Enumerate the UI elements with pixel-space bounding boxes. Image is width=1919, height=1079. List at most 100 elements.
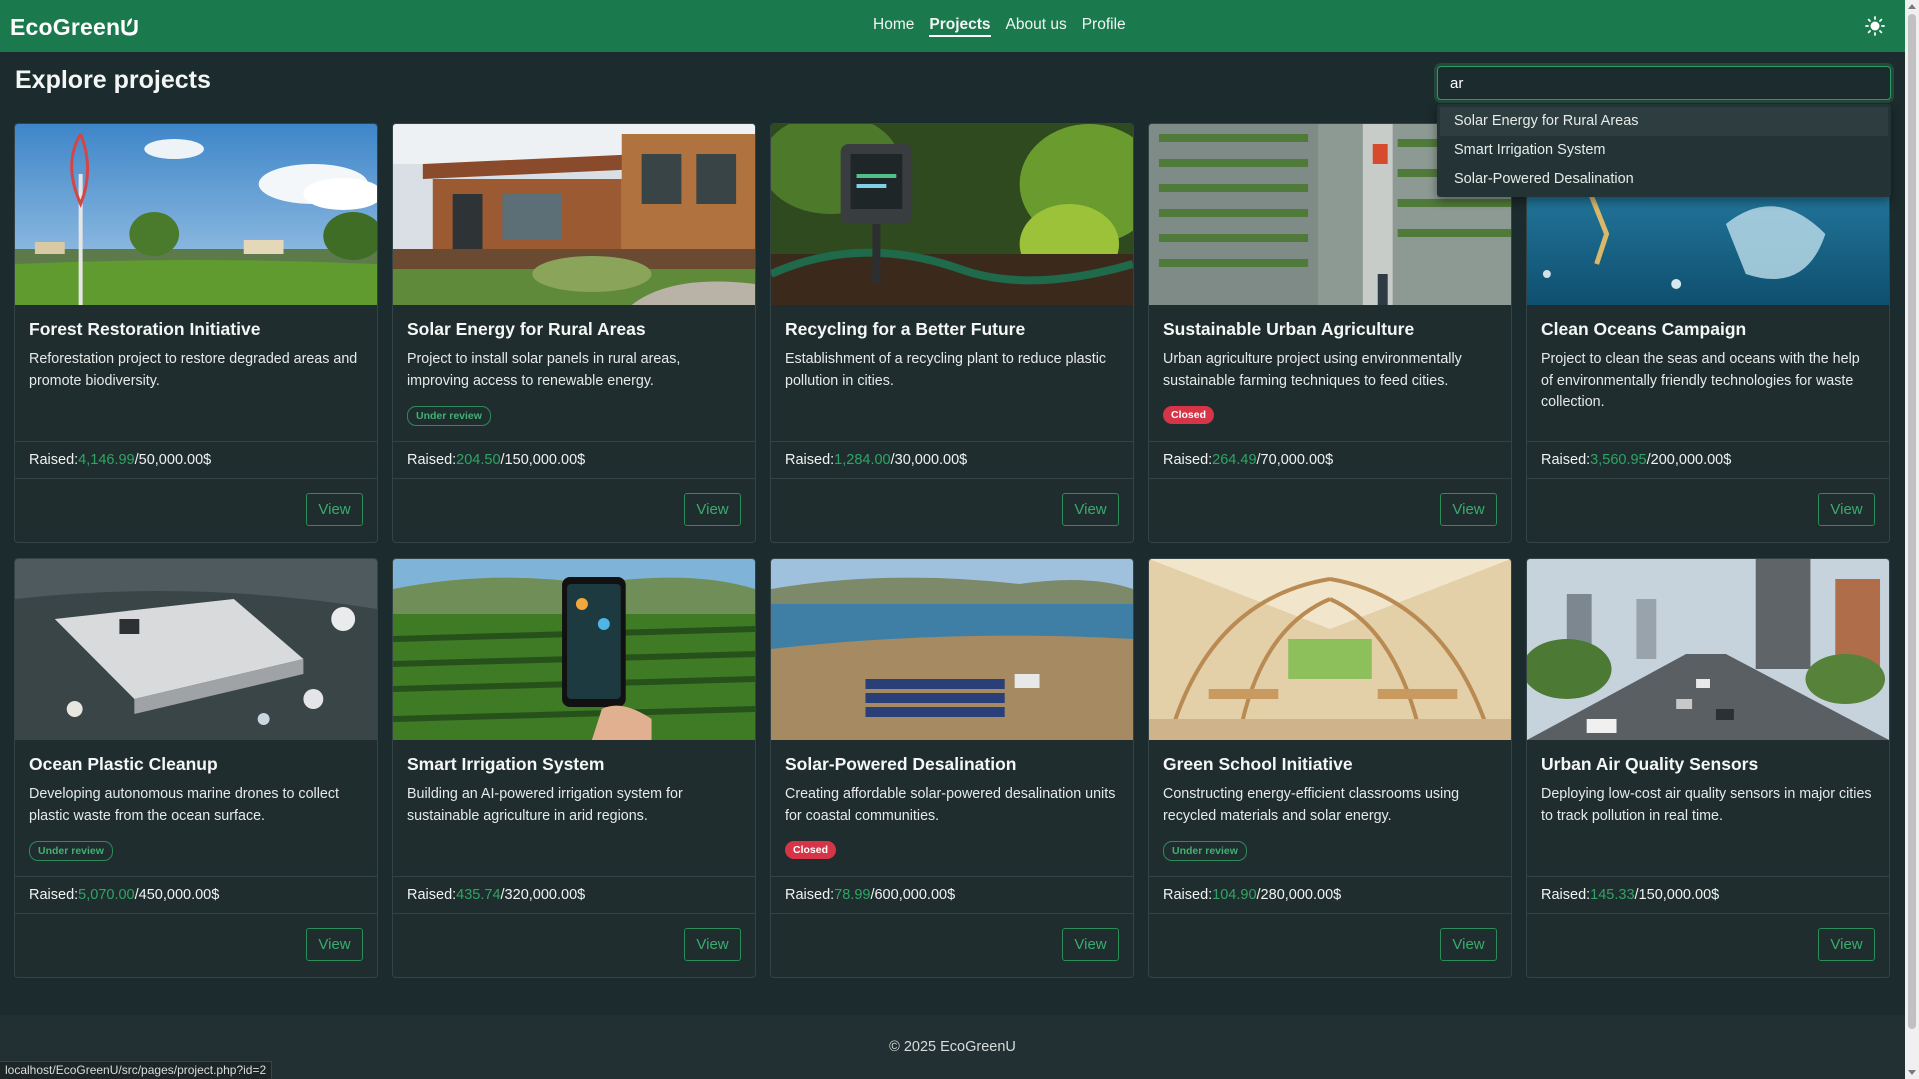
project-image-phone-field bbox=[393, 559, 755, 740]
project-image-soil-sensor bbox=[771, 124, 1133, 305]
raised-amount: 145.33 bbox=[1590, 887, 1635, 903]
status-bar-url: localhost/EcoGreenU/src/pages/project.ph… bbox=[0, 1061, 273, 1079]
card-title: Recycling for a Better Future bbox=[785, 319, 1026, 339]
nav-links: Home Projects About us Profile bbox=[873, 0, 1126, 52]
nav-link-home[interactable]: Home bbox=[873, 16, 914, 36]
project-card: Smart Irrigation System Building an AI-p… bbox=[392, 558, 756, 978]
projects-grid: Forest Restoration Initiative Reforestat… bbox=[14, 123, 1890, 978]
card-footer: View bbox=[393, 914, 755, 977]
card-title: Solar-Powered Desalination bbox=[785, 754, 1017, 774]
raised-row: Raised: 104.90 /280,000.00$ bbox=[1149, 876, 1511, 914]
raised-label: Raised: bbox=[1541, 887, 1591, 903]
raised-amount: 5,070.00 bbox=[78, 887, 135, 903]
card-footer: View bbox=[771, 479, 1133, 542]
raised-amount: 264.49 bbox=[1212, 452, 1257, 468]
raised-label: Raised: bbox=[407, 452, 457, 468]
raised-goal: /600,000.00$ bbox=[870, 887, 956, 903]
project-image-wind-turbine bbox=[15, 124, 377, 305]
card-title: Clean Oceans Campaign bbox=[1541, 319, 1747, 339]
brand-logo[interactable]: EcoGreen bbox=[10, 14, 138, 41]
card-body: Clean Oceans Campaign Project to clean t… bbox=[1527, 305, 1889, 441]
card-body: Forest Restoration Initiative Reforestat… bbox=[15, 305, 377, 441]
raised-row: Raised: 5,070.00 /450,000.00$ bbox=[15, 876, 377, 914]
raised-row: Raised: 3,560.95 /200,000.00$ bbox=[1527, 441, 1889, 479]
card-description: Establishment of a recycling plant to re… bbox=[785, 351, 1107, 389]
raised-label: Raised: bbox=[1541, 452, 1591, 468]
raised-goal: /320,000.00$ bbox=[500, 887, 586, 903]
suggestion-item[interactable]: Smart Irrigation System bbox=[1440, 136, 1888, 165]
card-footer: View bbox=[1149, 479, 1511, 542]
raised-amount: 1,284.00 bbox=[834, 452, 891, 468]
card-body: Solar Energy for Rural Areas Project to … bbox=[393, 305, 755, 441]
raised-label: Raised: bbox=[785, 887, 835, 903]
card-footer: View bbox=[15, 479, 377, 542]
card-description: Urban agriculture project using environm… bbox=[1163, 351, 1462, 389]
scrollbar[interactable] bbox=[1905, 0, 1919, 1079]
view-button[interactable]: View bbox=[1440, 928, 1497, 961]
search-suggestions: Solar Energy for Rural Areas Smart Irrig… bbox=[1437, 104, 1891, 197]
card-description: Deploying low-cost air quality sensors i… bbox=[1541, 786, 1872, 824]
card-body: Urban Air Quality Sensors Deploying low-… bbox=[1527, 740, 1889, 876]
card-description: Project to clean the seas and oceans wit… bbox=[1541, 351, 1860, 410]
view-button[interactable]: View bbox=[1440, 493, 1497, 526]
raised-label: Raised: bbox=[407, 887, 457, 903]
view-button[interactable]: View bbox=[1818, 928, 1875, 961]
nav-link-projects[interactable]: Projects bbox=[929, 16, 991, 37]
raised-goal: /150,000.00$ bbox=[1634, 887, 1720, 903]
suggestion-item[interactable]: Solar-Powered Desalination bbox=[1440, 165, 1888, 194]
suggestion-item[interactable]: Solar Energy for Rural Areas bbox=[1440, 107, 1888, 136]
view-button[interactable]: View bbox=[684, 928, 741, 961]
search-input[interactable] bbox=[1437, 66, 1891, 100]
brand-name: EcoGreen bbox=[10, 14, 121, 40]
view-button[interactable]: View bbox=[306, 928, 363, 961]
view-button[interactable]: View bbox=[306, 493, 363, 526]
status-badge: Closed bbox=[1163, 406, 1215, 424]
card-body: Smart Irrigation System Building an AI-p… bbox=[393, 740, 755, 876]
raised-amount: 204.50 bbox=[456, 452, 501, 468]
nav-link-about[interactable]: About us bbox=[1006, 16, 1067, 36]
raised-label: Raised: bbox=[29, 887, 79, 903]
raised-row: Raised: 78.99 /600,000.00$ bbox=[771, 876, 1133, 914]
card-title: Smart Irrigation System bbox=[407, 754, 605, 774]
raised-row: Raised: 145.33 /150,000.00$ bbox=[1527, 876, 1889, 914]
scroll-thumb[interactable] bbox=[1908, 14, 1916, 1029]
project-card: Solar Energy for Rural Areas Project to … bbox=[392, 123, 756, 543]
raised-amount: 104.90 bbox=[1212, 887, 1257, 903]
search-container: Solar Energy for Rural Areas Smart Irrig… bbox=[1437, 66, 1891, 197]
card-footer: View bbox=[1527, 914, 1889, 977]
raised-goal: /70,000.00$ bbox=[1256, 452, 1334, 468]
status-badge: Under review bbox=[407, 406, 491, 426]
scroll-up-arrow-icon[interactable] bbox=[1908, 4, 1916, 9]
nav-link-profile[interactable]: Profile bbox=[1082, 16, 1126, 36]
view-button[interactable]: View bbox=[1818, 493, 1875, 526]
card-footer: View bbox=[393, 479, 755, 542]
view-button[interactable]: View bbox=[1062, 928, 1119, 961]
card-footer: View bbox=[771, 914, 1133, 977]
project-card: Forest Restoration Initiative Reforestat… bbox=[14, 123, 378, 543]
raised-goal: /50,000.00$ bbox=[134, 452, 212, 468]
raised-row: Raised: 1,284.00 /30,000.00$ bbox=[771, 441, 1133, 479]
project-card: Solar-Powered Desalination Creating affo… bbox=[770, 558, 1134, 978]
raised-label: Raised: bbox=[29, 452, 79, 468]
raised-amount: 435.74 bbox=[456, 887, 501, 903]
footer-copyright: © 2025 EcoGreenU bbox=[889, 1039, 1016, 1055]
raised-goal: /450,000.00$ bbox=[134, 887, 220, 903]
status-badge: Under review bbox=[1163, 841, 1247, 861]
page-title: Explore projects bbox=[15, 66, 211, 94]
scroll-down-arrow-icon[interactable] bbox=[1908, 1070, 1916, 1075]
card-footer: View bbox=[1149, 914, 1511, 977]
project-card: Recycling for a Better Future Establishm… bbox=[770, 123, 1134, 543]
view-button[interactable]: View bbox=[684, 493, 741, 526]
card-title: Sustainable Urban Agriculture bbox=[1163, 319, 1415, 339]
navbar: EcoGreen Home Projects About us Profile bbox=[0, 0, 1905, 52]
project-image-city-traffic bbox=[1527, 559, 1889, 740]
project-card: Urban Air Quality Sensors Deploying low-… bbox=[1526, 558, 1890, 978]
sun-icon[interactable] bbox=[1865, 16, 1885, 36]
status-badge: Closed bbox=[785, 841, 837, 859]
project-card: Green School Initiative Constructing ene… bbox=[1148, 558, 1512, 978]
view-button[interactable]: View bbox=[1062, 493, 1119, 526]
raised-label: Raised: bbox=[1163, 887, 1213, 903]
card-body: Solar-Powered Desalination Creating affo… bbox=[771, 740, 1133, 876]
raised-amount: 3,560.95 bbox=[1590, 452, 1647, 468]
card-title: Solar Energy for Rural Areas bbox=[407, 319, 646, 339]
